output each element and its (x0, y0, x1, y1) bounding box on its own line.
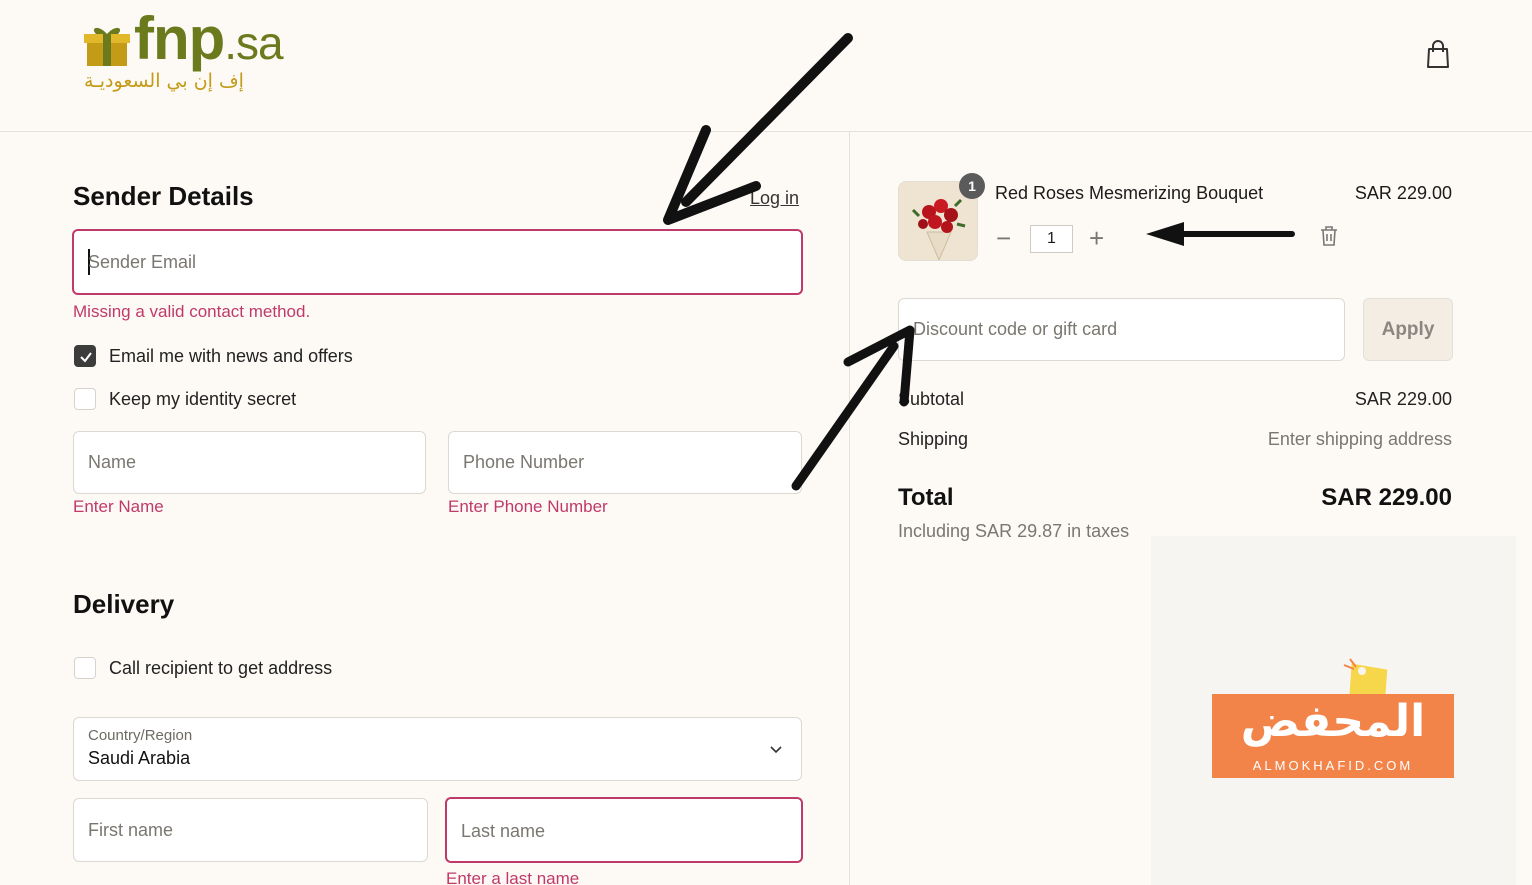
sender-email-input[interactable]: Sender Email (72, 229, 803, 295)
delivery-heading: Delivery (73, 589, 175, 619)
shipping-value: Enter shipping address (1267, 429, 1452, 449)
last-name-input[interactable]: Last name (445, 797, 803, 863)
name-error: Enter Name (73, 497, 164, 516)
last-name-placeholder: Last name (461, 821, 546, 841)
trash-icon[interactable] (1318, 224, 1340, 248)
checkmark-icon (80, 352, 92, 363)
identity-secret-label: Keep my identity secret (109, 389, 297, 409)
quantity-input[interactable]: 1 (1030, 225, 1073, 253)
shopping-bag-icon[interactable] (1424, 40, 1452, 70)
annotation-arrow-icon (1146, 222, 1295, 246)
chevron-down-icon (770, 746, 782, 754)
total-value: SAR 229.00 (1321, 484, 1452, 511)
watermark-arabic-text: المحفض (1240, 696, 1426, 747)
country-label: Country/Region (88, 727, 193, 744)
news-checkbox-label: Email me with news and offers (109, 346, 353, 366)
name-placeholder: Name (88, 452, 137, 472)
last-name-error: Enter a last name (446, 869, 580, 885)
product-price: SAR 229.00 (1354, 183, 1452, 203)
call-recipient-label: Call recipient to get address (109, 658, 333, 678)
name-input[interactable]: Name (73, 431, 426, 494)
apply-discount-button[interactable]: Apply (1363, 298, 1453, 361)
annotation-arrow-icon (663, 33, 853, 225)
call-recipient-checkbox[interactable] (74, 657, 96, 679)
discount-code-placeholder: Discount code or gift card (913, 319, 1118, 339)
first-name-placeholder: First name (88, 820, 174, 840)
watermark-logo: المحفض ALMOKHAFID.COM (1212, 694, 1454, 778)
subtotal-value: SAR 229.00 (1354, 389, 1452, 409)
sender-email-placeholder: Sender Email (88, 252, 197, 272)
discount-code-input[interactable]: Discount code or gift card (898, 298, 1345, 361)
quantity-badge: 1 (959, 173, 985, 199)
first-name-input[interactable]: First name (73, 798, 428, 862)
news-checkbox[interactable] (74, 345, 96, 367)
fnp-logo[interactable]: fnp.sa إف إن بي السعوديـة (84, 5, 320, 100)
watermark-english-text: ALMOKHAFID.COM (1252, 758, 1414, 773)
logo-wordmark: fnp.sa (134, 5, 284, 72)
phone-error: Enter Phone Number (448, 497, 608, 516)
country-select[interactable]: Country/Region Saudi Arabia (73, 717, 802, 781)
logo-arabic-text: إف إن بي السعوديـة (84, 70, 244, 92)
gift-icon (84, 27, 130, 66)
annotation-arrow-icon (791, 325, 915, 491)
phone-input[interactable]: Phone Number (448, 431, 802, 494)
product-name: Red Roses Mesmerizing Bouquet (995, 183, 1264, 203)
identity-secret-checkbox[interactable] (74, 388, 96, 410)
phone-placeholder: Phone Number (463, 452, 585, 472)
country-value: Saudi Arabia (88, 748, 191, 768)
tax-note: Including SAR 29.87 in taxes (898, 521, 1130, 541)
increase-quantity-button[interactable]: + (1089, 225, 1104, 251)
sender-email-error: Missing a valid contact method. (73, 302, 311, 321)
decrease-quantity-button[interactable]: − (996, 225, 1011, 251)
column-divider (849, 132, 850, 885)
sender-details-heading: Sender Details (73, 181, 254, 211)
